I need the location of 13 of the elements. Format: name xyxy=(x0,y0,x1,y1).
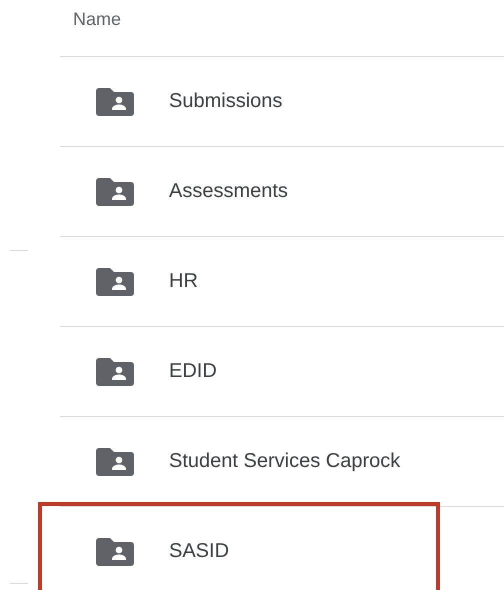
shared-folder-icon xyxy=(96,358,134,386)
shared-folder-icon xyxy=(96,88,134,116)
shared-folder-icon xyxy=(96,178,134,206)
shared-folder-icon xyxy=(96,538,134,566)
folder-name[interactable]: Student Services Caprock xyxy=(169,450,400,473)
folder-name[interactable]: Submissions xyxy=(169,90,282,113)
folder-name[interactable]: SASID xyxy=(169,540,230,563)
folder-name[interactable]: EDID xyxy=(169,360,217,383)
shared-folder-icon xyxy=(96,448,134,476)
column-header[interactable]: Name xyxy=(73,8,122,30)
shared-folder-icon xyxy=(96,268,134,296)
folder-name[interactable]: Assessments xyxy=(169,180,288,203)
folder-name[interactable]: HR xyxy=(169,270,198,293)
